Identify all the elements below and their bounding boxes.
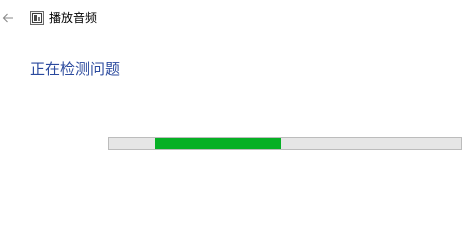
- back-button[interactable]: [0, 10, 16, 26]
- title-bar: 播放音频: [0, 0, 472, 34]
- progress-bar-fill: [154, 138, 282, 149]
- troubleshooter-window: 播放音频 正在检测问题: [0, 0, 472, 245]
- progress-bar: [108, 137, 462, 150]
- status-heading: 正在检测问题: [30, 60, 121, 78]
- troubleshooter-icon: [30, 11, 44, 25]
- window-title: 播放音频: [49, 11, 98, 25]
- back-arrow-icon: [2, 13, 13, 23]
